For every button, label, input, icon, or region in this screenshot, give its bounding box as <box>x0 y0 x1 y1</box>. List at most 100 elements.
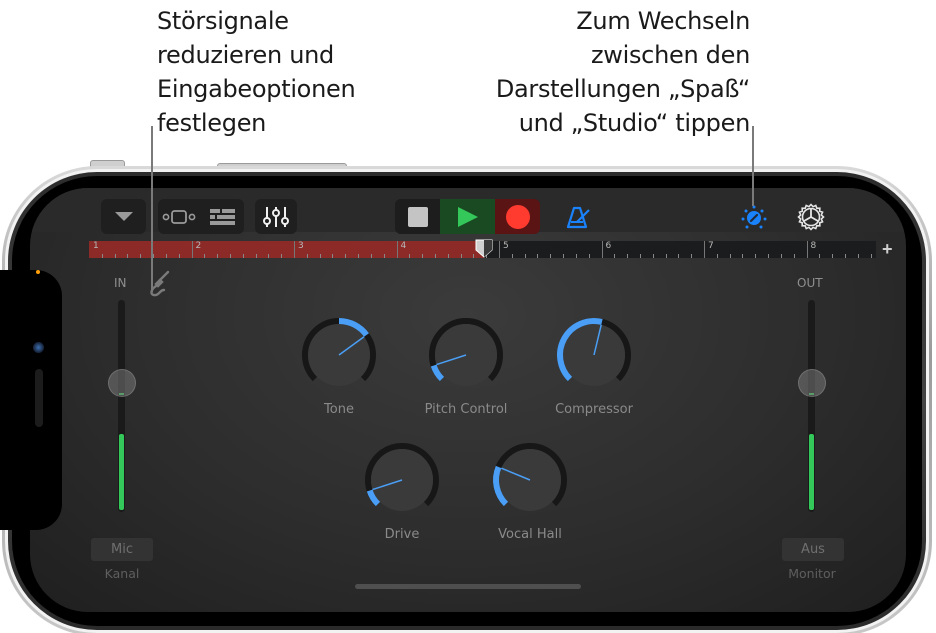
output-slider-thumb[interactable] <box>798 368 826 397</box>
knob-dial <box>429 318 503 386</box>
playhead-handle[interactable] <box>474 239 494 259</box>
ruler-tick <box>575 254 577 258</box>
ruler-tick <box>524 254 526 258</box>
metronome-icon <box>566 206 590 228</box>
ruler-bar-number: 5 <box>503 241 509 251</box>
output-label: OUT <box>797 276 823 290</box>
ruler-tick <box>242 254 244 258</box>
play-button[interactable] <box>440 199 495 234</box>
input-label: IN <box>114 276 127 290</box>
view-toggle-button[interactable] <box>737 199 771 234</box>
ruler-tick <box>511 254 513 258</box>
ruler-tick <box>678 254 680 258</box>
knob-dial <box>493 443 567 511</box>
ruler-tick <box>627 254 629 258</box>
ruler-bar-number: 1 <box>93 241 99 251</box>
ruler-tick <box>447 254 449 258</box>
knob-tone[interactable] <box>294 310 384 400</box>
ruler-bar-line <box>806 241 808 258</box>
knob-label: Tone <box>324 402 354 417</box>
knob-drive[interactable] <box>357 435 447 525</box>
ruler-tick <box>153 254 155 258</box>
ruler-tick <box>281 254 283 258</box>
ruler-bar-line <box>704 241 705 258</box>
ruler-tick <box>793 254 795 258</box>
ruler-bar-line <box>294 241 295 258</box>
knob-compressor[interactable] <box>549 310 639 400</box>
ruler-tick <box>306 254 308 258</box>
recorded-region[interactable] <box>89 241 484 258</box>
tracks-view-button[interactable] <box>158 199 200 234</box>
knob-pitch-control[interactable] <box>421 310 511 400</box>
browser-button[interactable] <box>101 199 146 234</box>
callout-noise-gate: Störsignale reduzieren und Eingabeoption… <box>157 4 417 140</box>
ruler-tick <box>422 254 424 258</box>
play-icon <box>457 206 478 227</box>
ruler-bar-number: 6 <box>605 241 612 251</box>
output-level-meter <box>809 434 814 510</box>
ruler-tick <box>857 254 859 258</box>
ruler-tick <box>319 254 321 258</box>
input-jack-icon[interactable] <box>146 268 172 298</box>
ruler-tick <box>755 254 757 258</box>
ruler-tick <box>460 254 462 258</box>
knob-vocal-hall[interactable] <box>485 435 575 525</box>
ruler-tick <box>101 254 103 258</box>
ruler-tick <box>716 254 718 258</box>
ruler-tick <box>345 254 347 258</box>
knob-view-icon <box>741 205 767 228</box>
knob-dial <box>365 443 439 511</box>
callout-line-text: und „Studio“ tippen <box>518 109 751 137</box>
ruler-bar-line <box>499 241 500 258</box>
ruler-tick <box>780 254 782 258</box>
add-section-button[interactable]: + <box>882 239 893 259</box>
ruler-tick <box>229 254 231 258</box>
channel-button[interactable]: Mic <box>91 538 153 561</box>
input-slider-thumb[interactable] <box>108 368 136 397</box>
ruler-bar-number: 7 <box>708 241 714 251</box>
ruler-tick <box>729 254 731 258</box>
callout-pointer-right <box>752 126 754 206</box>
gear-icon <box>797 202 825 231</box>
ruler-tick <box>742 254 744 258</box>
ruler-tick <box>268 254 270 258</box>
input-level-meter <box>119 434 124 510</box>
callout-line-text: Darstellungen „Spaß“ <box>495 75 750 103</box>
ruler-tick <box>358 254 360 258</box>
ruler-tick <box>832 254 834 258</box>
callout-line-text: zwischen den <box>590 41 750 69</box>
stop-button[interactable] <box>395 199 440 234</box>
callout-view-toggle: Zum Wechseln zwischen den Darstellungen … <box>440 4 750 140</box>
ruler-tick <box>178 254 180 258</box>
ruler-tick <box>691 254 693 258</box>
editor-list-icon <box>209 208 235 225</box>
transport-controls <box>395 199 540 234</box>
ruler-tick <box>140 254 142 258</box>
editor-button[interactable] <box>200 199 244 234</box>
ruler-bar-number: 3 <box>298 241 304 251</box>
ruler-tick <box>819 254 821 258</box>
ruler-tick <box>370 254 372 258</box>
monitor-label: Monitor <box>788 566 836 581</box>
ruler-tick <box>332 254 334 258</box>
ruler-tick <box>614 254 616 258</box>
ruler-bar-line <box>601 241 603 258</box>
mixer-button[interactable] <box>255 199 297 234</box>
ruler-tick <box>844 254 846 258</box>
record-button[interactable] <box>495 199 540 234</box>
callout-line-text: Eingabeoptionen <box>157 75 356 103</box>
ruler-tick <box>255 254 257 258</box>
stop-icon <box>407 206 428 227</box>
monitor-button[interactable]: Aus <box>782 538 844 561</box>
metronome-button[interactable] <box>560 199 596 234</box>
settings-button[interactable] <box>793 199 829 234</box>
record-icon <box>505 204 530 229</box>
ruler-tick <box>217 254 219 258</box>
ruler-tick <box>114 254 116 258</box>
ruler-tick <box>550 254 552 258</box>
ruler-bar-number: 4 <box>400 241 407 251</box>
callout-line-text: Zum Wechseln <box>576 7 750 35</box>
callout-line-text: festlegen <box>157 109 267 137</box>
knob-label: Compressor <box>555 402 633 417</box>
knob-label: Drive <box>384 527 420 542</box>
